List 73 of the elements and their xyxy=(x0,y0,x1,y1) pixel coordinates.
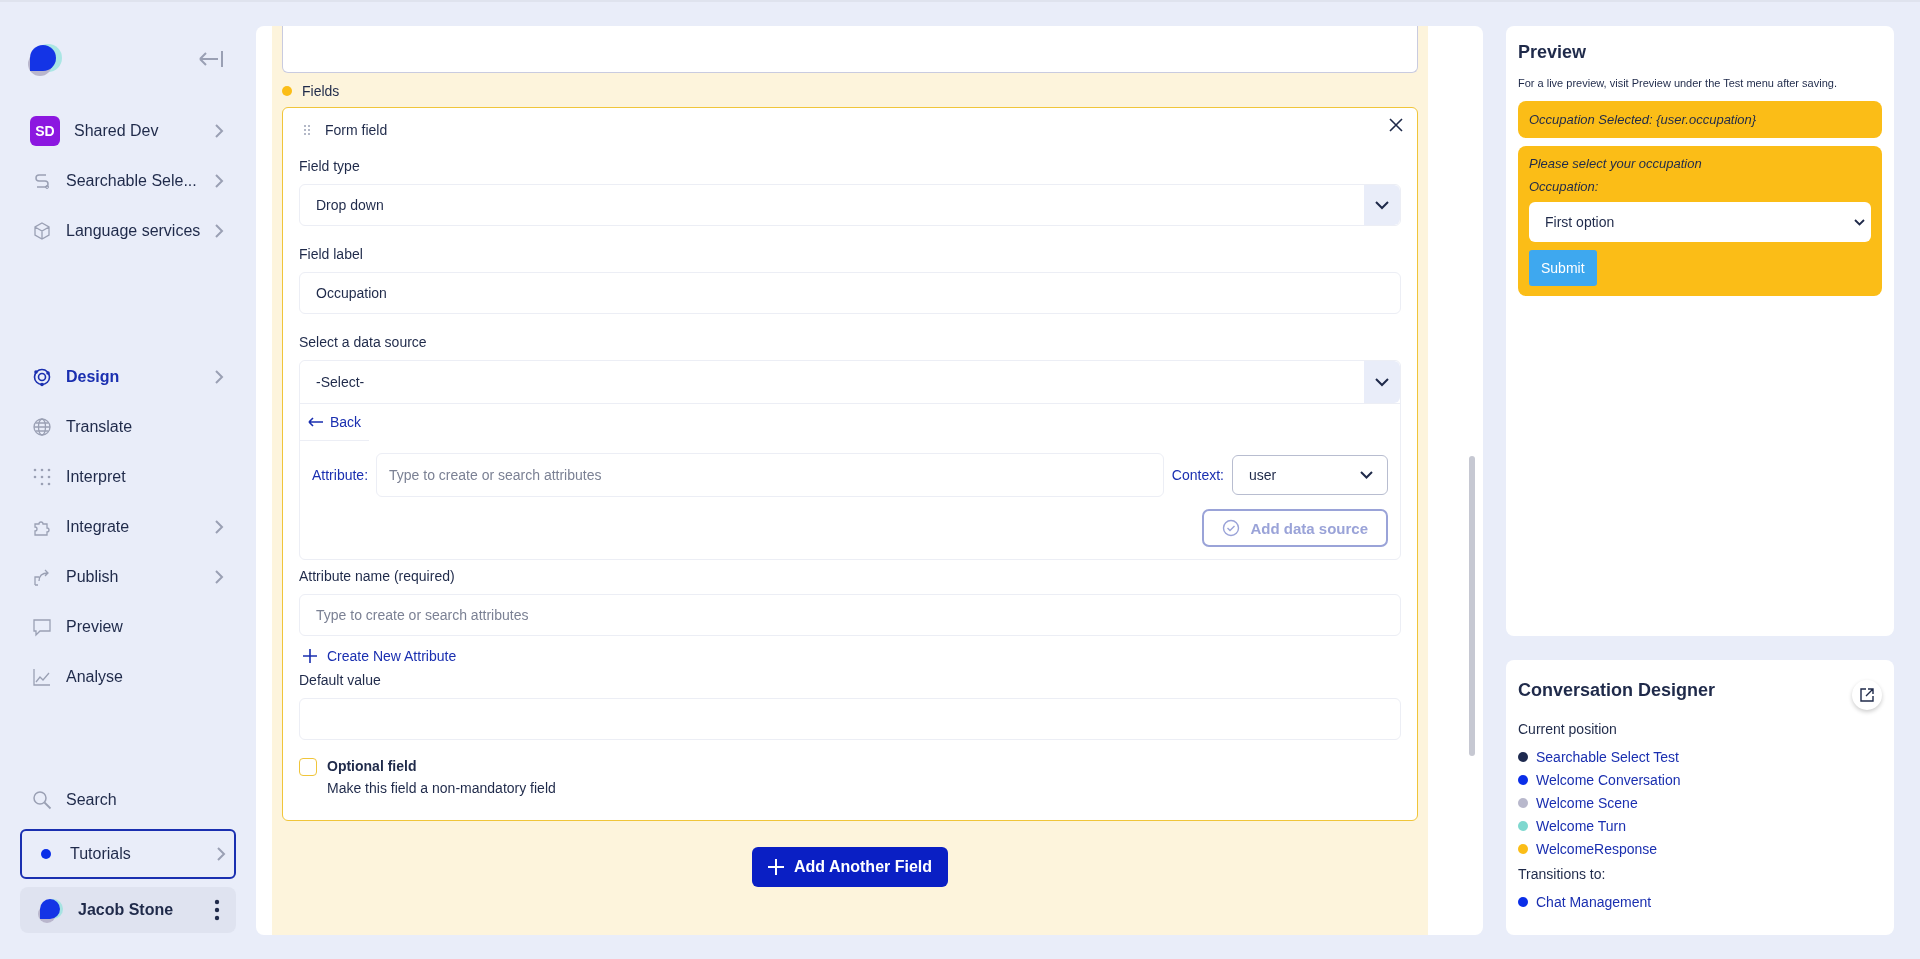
context-label: Context: xyxy=(1171,467,1224,483)
cube-icon xyxy=(32,221,52,241)
checkbox-description: Make this field a non-mandatory field xyxy=(327,780,556,796)
create-attribute-link[interactable]: Create New Attribute xyxy=(303,648,457,664)
plus-icon xyxy=(303,649,317,663)
nav-item[interactable]: Preview xyxy=(24,602,232,652)
chat-icon xyxy=(32,617,52,637)
plus-icon xyxy=(767,859,784,875)
text-field[interactable] xyxy=(282,26,1418,73)
hint-text: For a live preview, visit Preview under the Test menu after saving. xyxy=(1518,77,1838,89)
chevron-down-icon xyxy=(1375,200,1389,210)
option-select[interactable]: First option xyxy=(1529,202,1871,242)
nav-item[interactable]: Design xyxy=(24,352,232,402)
close-icon[interactable] xyxy=(1389,118,1403,132)
position-link[interactable]: WelcomeResponse xyxy=(1536,840,1658,857)
select-label: Occupation: xyxy=(1529,179,1599,194)
prompt-text: Please select your occupation xyxy=(1529,156,1702,171)
chevron-down-icon xyxy=(1375,377,1389,387)
section-label: Current position xyxy=(1518,721,1618,737)
field-label: Attribute name (required) xyxy=(299,568,456,584)
route-icon xyxy=(32,171,52,191)
tutorials-item[interactable]: Tutorials xyxy=(20,829,236,879)
workspace-item[interactable]: Searchable Sele... xyxy=(24,156,232,206)
card-title: Conversation Designer xyxy=(1518,680,1716,701)
card-title: Preview xyxy=(1518,42,1588,63)
field-label: Default value xyxy=(299,672,382,688)
search-item[interactable]: Search xyxy=(24,775,232,825)
context-select[interactable]: user xyxy=(1232,455,1388,495)
nav-item[interactable]: Interpret xyxy=(24,452,232,502)
dots-icon xyxy=(32,467,52,487)
open-external-button[interactable] xyxy=(1852,679,1882,710)
globe-icon xyxy=(32,417,52,437)
field-label: Select a data source xyxy=(299,334,428,350)
bullet-icon xyxy=(282,86,292,96)
external-link-icon xyxy=(1860,687,1874,702)
chevron-down-icon xyxy=(1854,218,1865,226)
field-type-select[interactable]: Drop down xyxy=(299,184,1401,226)
check-circle-icon xyxy=(1222,519,1241,537)
add-field-button[interactable]: Add Another Field xyxy=(751,847,949,887)
nav-item[interactable]: Integrate xyxy=(24,502,232,552)
attribute-name-field[interactable]: Type to create or search attributes xyxy=(299,594,1401,636)
search-icon xyxy=(32,790,52,810)
field-label: Field type xyxy=(299,158,361,174)
card-title: Form field xyxy=(325,122,388,138)
user-menu[interactable]: Jacob Stone xyxy=(20,887,236,933)
chevron-down-icon xyxy=(1360,471,1373,479)
field-label: Field label xyxy=(299,246,364,262)
position-link[interactable]: Welcome Turn xyxy=(1536,817,1626,834)
transition-link[interactable]: Chat Management xyxy=(1536,893,1652,910)
position-link[interactable]: Welcome Scene xyxy=(1536,794,1638,811)
collapse-icon[interactable] xyxy=(198,50,224,68)
nav-item[interactable]: Translate xyxy=(24,402,232,452)
design-icon xyxy=(32,367,52,387)
input-field[interactable]: Occupation xyxy=(299,272,1401,314)
more-icon[interactable] xyxy=(214,899,220,921)
nav-item[interactable]: Publish xyxy=(24,552,232,602)
back-link[interactable]: Back xyxy=(300,404,370,441)
position-link[interactable]: Welcome Conversation xyxy=(1536,771,1681,788)
attribute-field[interactable]: Type to create or search attributes xyxy=(376,453,1164,497)
checkbox-label: Optional field xyxy=(327,758,418,774)
drag-handle-icon[interactable] xyxy=(303,124,311,136)
scrollbar-thumb[interactable] xyxy=(1469,456,1475,756)
nav-item[interactable]: Analyse xyxy=(24,652,232,702)
position-link[interactable]: Searchable Select Test xyxy=(1536,748,1679,765)
section-label: Transitions to: xyxy=(1518,866,1607,882)
checkbox[interactable] xyxy=(299,758,317,776)
attribute-label: Attribute: xyxy=(312,467,369,483)
preview-message: Occupation Selected: {user.occupation} xyxy=(1518,101,1882,138)
workspace-item[interactable]: SD Shared Dev xyxy=(24,106,232,156)
section-label: Fields xyxy=(302,83,340,99)
arrow-left-icon xyxy=(308,417,324,427)
workspace-item[interactable]: Language services xyxy=(24,206,232,256)
line-chart-icon xyxy=(32,667,52,687)
